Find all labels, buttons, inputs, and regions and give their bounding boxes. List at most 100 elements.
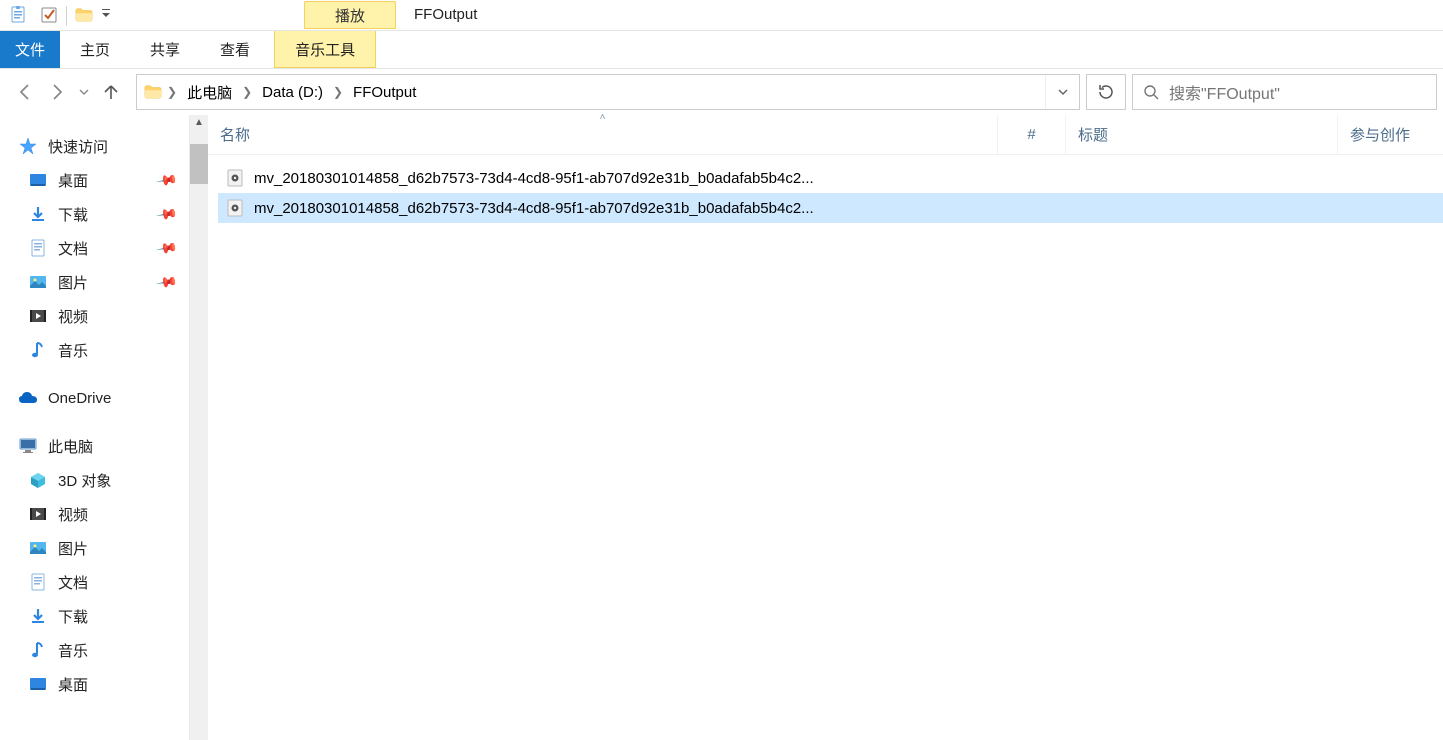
column-title[interactable]: 标题 — [1066, 115, 1338, 154]
address-bar-row: ❯ 此电脑 ❯ Data (D:) ❯ FFOutput 搜索"FFOutput… — [0, 69, 1443, 115]
chevron-right-icon[interactable]: ❯ — [333, 85, 343, 99]
sidebar-item-label: 视频 — [58, 504, 88, 525]
sidebar-item-documents[interactable]: 文档 📌 — [0, 231, 189, 265]
sidebar-item-desktop[interactable]: 桌面 📌 — [0, 163, 189, 197]
file-row[interactable]: mv_20180301014858_d62b7573-73d4-4cd8-95f… — [218, 193, 1443, 223]
ribbon-tab-file-label: 文件 — [15, 39, 45, 60]
sidebar-pc-downloads[interactable]: 下载 — [0, 599, 189, 633]
qat-checkbox-icon[interactable] — [34, 3, 64, 27]
pictures-icon — [28, 272, 48, 292]
sidebar-item-label: 桌面 — [58, 674, 88, 695]
qat-properties-icon[interactable] — [4, 3, 34, 27]
videos-icon — [28, 504, 48, 524]
ribbon-tab-share[interactable]: 共享 — [130, 31, 200, 68]
desktop-icon — [28, 674, 48, 694]
chevron-right-icon[interactable]: ❯ — [167, 85, 177, 99]
sidebar-quick-access[interactable]: 快速访问 — [0, 129, 189, 163]
nav-buttons — [6, 79, 130, 105]
ribbon-tab-home-label: 主页 — [80, 39, 110, 60]
sidebar-item-label: 下载 — [58, 204, 88, 225]
sidebar-item-pictures[interactable]: 图片 📌 — [0, 265, 189, 299]
context-tab-label: 播放 — [335, 5, 365, 26]
ribbon-tab-share-label: 共享 — [150, 39, 180, 60]
breadcrumb-seg-this-pc[interactable]: 此电脑 — [181, 80, 238, 105]
sidebar-pc-videos[interactable]: 视频 — [0, 497, 189, 531]
file-name: mv_20180301014858_d62b7573-73d4-4cd8-95f… — [254, 200, 814, 217]
nav-forward-button[interactable] — [44, 79, 70, 105]
music-icon — [28, 640, 48, 660]
ribbon-tab-music-tools[interactable]: 音乐工具 — [274, 31, 376, 68]
pin-icon: 📌 — [154, 236, 178, 260]
chevron-right-icon[interactable]: ❯ — [242, 85, 252, 99]
sidebar-pc-pictures[interactable]: 图片 — [0, 531, 189, 565]
search-box[interactable]: 搜索"FFOutput" — [1132, 74, 1437, 110]
sidebar-item-label: 音乐 — [58, 340, 88, 361]
ribbon-tab-file[interactable]: 文件 — [0, 31, 60, 68]
sort-asc-icon: ˄ — [600, 112, 606, 123]
sidebar-item-music[interactable]: 音乐 — [0, 333, 189, 367]
main-area: 快速访问 桌面 📌 下载 📌 文档 📌 图片 📌 — [0, 115, 1443, 740]
pc-icon — [18, 436, 38, 456]
quick-access-group: 快速访问 桌面 📌 下载 📌 文档 📌 图片 📌 — [0, 129, 189, 367]
download-icon — [28, 606, 48, 626]
onedrive-group: OneDrive — [0, 381, 189, 415]
sidebar-onedrive[interactable]: OneDrive — [0, 381, 189, 415]
pictures-icon — [28, 538, 48, 558]
sidebar-item-videos[interactable]: 视频 — [0, 299, 189, 333]
title-bar: 播放 FFOutput — [0, 0, 1443, 31]
sidebar-pc-documents[interactable]: 文档 — [0, 565, 189, 599]
sidebar-item-label: 图片 — [58, 538, 88, 559]
qat-dropdown-icon[interactable] — [99, 7, 113, 21]
breadcrumb-folder-icon — [143, 82, 163, 102]
nav-back-button[interactable] — [12, 79, 38, 105]
sidebar-label: 此电脑 — [48, 436, 93, 457]
sidebar-item-label: 下载 — [58, 606, 88, 627]
file-name: mv_20180301014858_d62b7573-73d4-4cd8-95f… — [254, 170, 814, 187]
pin-icon: 📌 — [154, 202, 178, 226]
breadcrumb-seg-folder[interactable]: FFOutput — [347, 82, 422, 103]
scroll-up-icon[interactable]: ▲ — [194, 115, 204, 130]
column-label: 标题 — [1078, 124, 1108, 145]
breadcrumb-label: Data (D:) — [262, 84, 323, 101]
context-tab-play[interactable]: 播放 — [304, 1, 396, 29]
sidebar-pc-music[interactable]: 音乐 — [0, 633, 189, 667]
documents-icon — [28, 238, 48, 258]
address-dropdown-icon[interactable] — [1045, 75, 1079, 109]
address-bar[interactable]: ❯ 此电脑 ❯ Data (D:) ❯ FFOutput — [136, 74, 1080, 110]
qat-folder-icon[interactable] — [69, 3, 99, 27]
download-icon — [28, 204, 48, 224]
this-pc-group: 此电脑 3D 对象 视频 图片 文档 下载 — [0, 429, 189, 701]
nav-pane: 快速访问 桌面 📌 下载 📌 文档 📌 图片 📌 — [0, 115, 190, 740]
sidebar-item-label: 视频 — [58, 306, 88, 327]
context-tab-area: 播放 — [304, 0, 396, 29]
column-participating[interactable]: 参与创作 — [1338, 115, 1443, 154]
file-row[interactable]: mv_20180301014858_d62b7573-73d4-4cd8-95f… — [218, 163, 1443, 193]
column-name[interactable]: ˄ 名称 — [208, 115, 998, 154]
ribbon-tab-view[interactable]: 查看 — [200, 31, 270, 68]
sidebar-label: 快速访问 — [48, 136, 108, 157]
music-icon — [28, 340, 48, 360]
breadcrumb-label: 此电脑 — [187, 82, 232, 103]
file-rows: mv_20180301014858_d62b7573-73d4-4cd8-95f… — [208, 155, 1443, 223]
breadcrumb: ❯ 此电脑 ❯ Data (D:) ❯ FFOutput — [137, 75, 1045, 109]
sidebar-item-label: 文档 — [58, 572, 88, 593]
search-icon — [1143, 84, 1159, 100]
ribbon-tab-home[interactable]: 主页 — [60, 31, 130, 68]
sidebar-this-pc[interactable]: 此电脑 — [0, 429, 189, 463]
breadcrumb-seg-drive[interactable]: Data (D:) — [256, 82, 329, 103]
sidebar-item-downloads[interactable]: 下载 📌 — [0, 197, 189, 231]
nav-history-dropdown[interactable] — [76, 79, 92, 105]
sidebar-label: OneDrive — [48, 390, 111, 407]
nav-up-button[interactable] — [98, 79, 124, 105]
sidebar-item-label: 音乐 — [58, 640, 88, 661]
sidebar-scrollbar[interactable]: ▲ — [190, 115, 208, 740]
quick-access-toolbar — [0, 0, 113, 27]
sidebar-item-3d-objects[interactable]: 3D 对象 — [0, 463, 189, 497]
3d-icon — [28, 470, 48, 490]
column-hash[interactable]: # — [998, 115, 1066, 154]
pin-icon: 📌 — [154, 168, 178, 192]
refresh-button[interactable] — [1086, 74, 1126, 110]
sidebar-pc-desktop[interactable]: 桌面 — [0, 667, 189, 701]
column-label: 名称 — [220, 124, 250, 145]
scroll-thumb[interactable] — [190, 144, 208, 184]
